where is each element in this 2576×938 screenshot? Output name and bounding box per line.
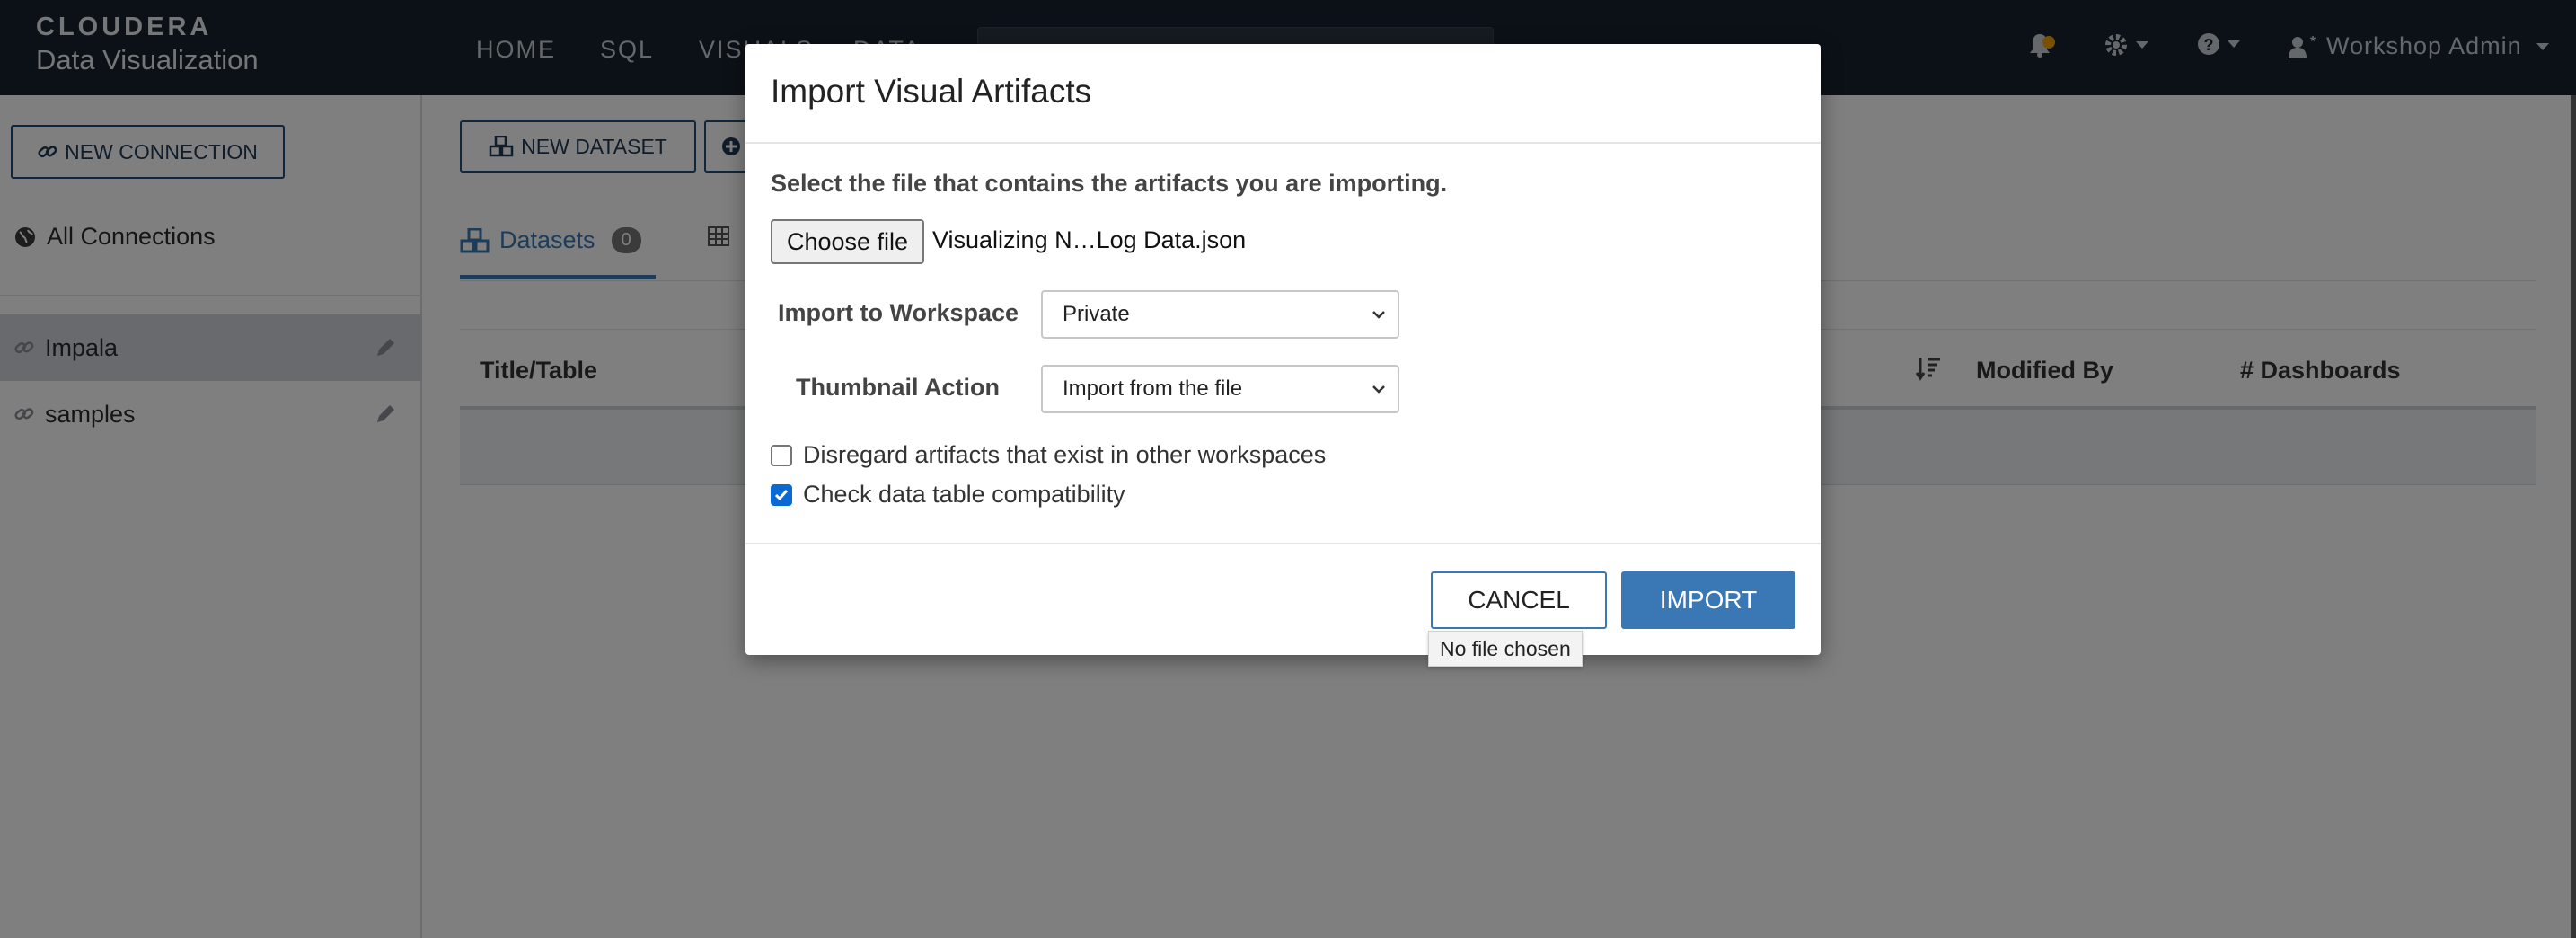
workspace-label: Import to Workspace	[778, 299, 1019, 326]
file-tooltip: No file chosen	[1428, 631, 1583, 667]
chevron-down-icon	[1372, 385, 1385, 394]
workspace-value: Private	[1063, 302, 1130, 326]
cancel-button[interactable]: CANCEL	[1431, 571, 1607, 629]
thumbnail-label: Thumbnail Action	[796, 374, 1000, 401]
import-button[interactable]: IMPORT	[1621, 571, 1795, 629]
modal-footer-divider	[745, 543, 1821, 544]
compatibility-checkbox[interactable]	[771, 483, 792, 506]
modal-header: Import Visual Artifacts	[745, 44, 1821, 144]
import-dialog: Import Visual Artifacts Select the file …	[745, 44, 1821, 655]
compatibility-checkbox-row[interactable]: Check data table compatibility	[771, 481, 1125, 509]
workspace-select[interactable]: Private	[1041, 290, 1399, 339]
modal-instructions: Select the file that contains the artifa…	[771, 170, 1448, 197]
checkmark-icon	[774, 489, 789, 500]
compatibility-checkbox-label[interactable]: Check data table compatibility	[803, 481, 1125, 509]
disregard-checkbox-label[interactable]: Disregard artifacts that exist in other …	[803, 441, 1326, 469]
modal-title: Import Visual Artifacts	[771, 73, 1092, 110]
thumbnail-value: Import from the file	[1063, 376, 1243, 401]
disregard-checkbox-row[interactable]: Disregard artifacts that exist in other …	[771, 441, 1326, 469]
choose-file-button[interactable]: Choose file	[771, 219, 924, 264]
thumbnail-select[interactable]: Import from the file	[1041, 365, 1399, 413]
scrollbar[interactable]	[2571, 95, 2576, 938]
disregard-checkbox[interactable]	[771, 444, 792, 466]
selected-file-name: Visualizing N…Log Data.json	[932, 226, 1247, 253]
chevron-down-icon	[1372, 311, 1385, 319]
